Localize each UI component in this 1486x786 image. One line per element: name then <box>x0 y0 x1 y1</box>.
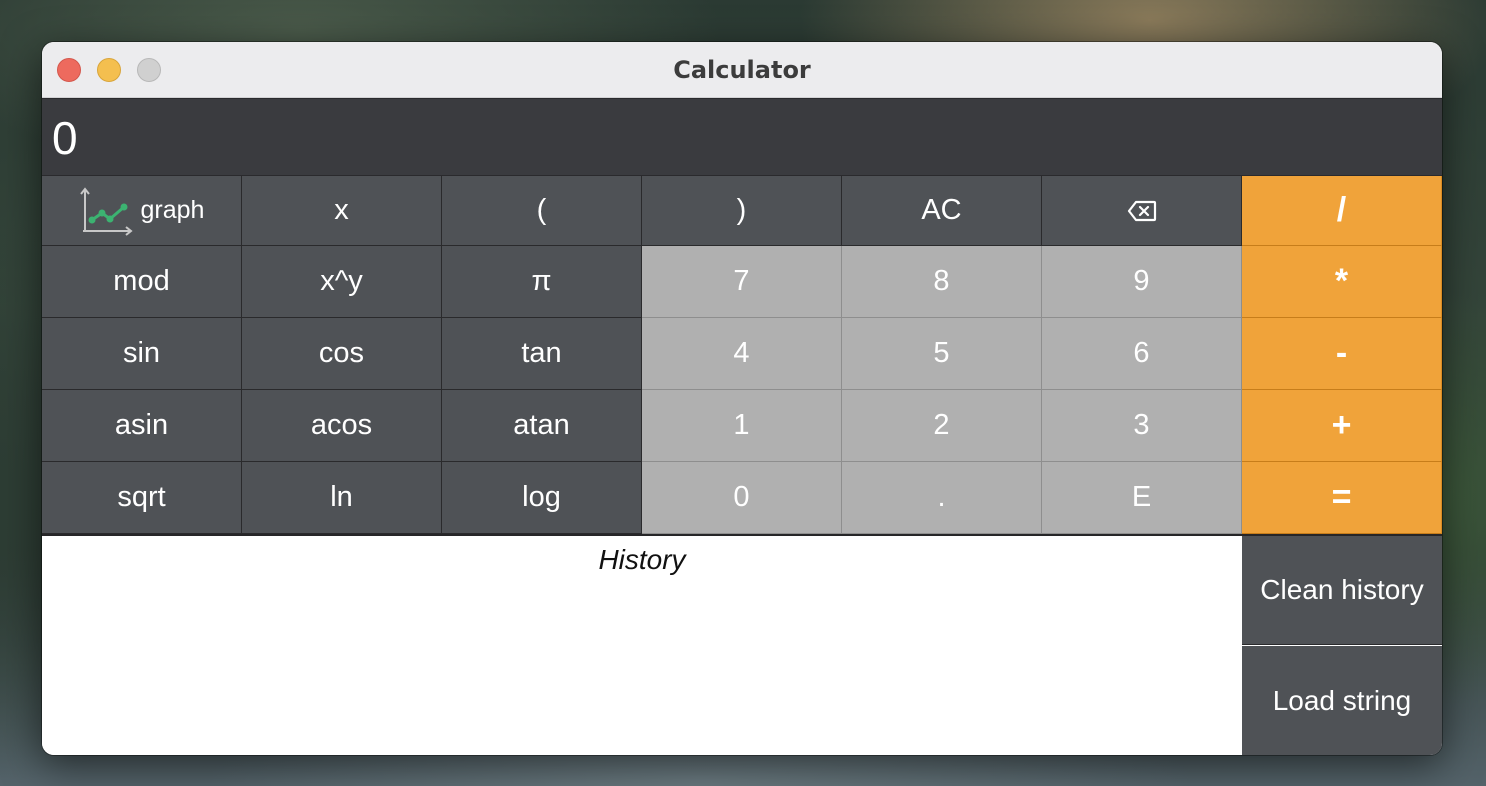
load-string-button[interactable]: Load string <box>1242 646 1442 755</box>
graph-button[interactable]: graph <box>42 176 242 246</box>
right-paren-button[interactable]: ) <box>642 176 842 246</box>
equals-button[interactable]: = <box>1242 462 1442 534</box>
minus-button[interactable]: - <box>1242 318 1442 390</box>
digit-9-button[interactable]: 9 <box>1042 246 1242 318</box>
variable-x-button[interactable]: x <box>242 176 442 246</box>
line-chart-icon <box>79 186 133 236</box>
sqrt-button[interactable]: sqrt <box>42 462 242 534</box>
divide-label: / <box>1336 191 1347 229</box>
calculator-window: Calculator 0 graph x ( ) AC / mod x^y π … <box>42 42 1442 755</box>
digit-2-button[interactable]: 2 <box>842 390 1042 462</box>
decimal-point-button[interactable]: . <box>842 462 1042 534</box>
divide-button[interactable]: / <box>1242 176 1442 246</box>
title-bar: Calculator <box>42 42 1442 98</box>
mod-button[interactable]: mod <box>42 246 242 318</box>
digit-5-button[interactable]: 5 <box>842 318 1042 390</box>
pi-button[interactable]: π <box>442 246 642 318</box>
asin-button[interactable]: asin <box>42 390 242 462</box>
graph-label: graph <box>140 196 205 224</box>
plus-button[interactable]: + <box>1242 390 1442 462</box>
log-button[interactable]: log <box>442 462 642 534</box>
bottom-panel: History Clean history Load string <box>42 536 1442 755</box>
minus-label: - <box>1335 334 1348 372</box>
acos-button[interactable]: acos <box>242 390 442 462</box>
digit-3-button[interactable]: 3 <box>1042 390 1242 462</box>
digit-8-button[interactable]: 8 <box>842 246 1042 318</box>
cos-button[interactable]: cos <box>242 318 442 390</box>
keypad: graph x ( ) AC / mod x^y π 7 8 9 * sin c… <box>42 176 1442 536</box>
exponent-button[interactable]: E <box>1042 462 1242 534</box>
power-button[interactable]: x^y <box>242 246 442 318</box>
equals-label: = <box>1331 478 1352 516</box>
multiply-button[interactable]: * <box>1242 246 1442 318</box>
plus-label: + <box>1331 406 1352 444</box>
history-title: History <box>598 544 686 575</box>
backspace-button[interactable] <box>1042 176 1242 246</box>
all-clear-button[interactable]: AC <box>842 176 1042 246</box>
display-value: 0 <box>52 112 78 164</box>
clean-history-button[interactable]: Clean history <box>1242 536 1442 645</box>
window-title: Calculator <box>673 56 811 84</box>
tan-button[interactable]: tan <box>442 318 642 390</box>
digit-0-button[interactable]: 0 <box>642 462 842 534</box>
digit-4-button[interactable]: 4 <box>642 318 842 390</box>
digit-6-button[interactable]: 6 <box>1042 318 1242 390</box>
sin-button[interactable]: sin <box>42 318 242 390</box>
left-paren-button[interactable]: ( <box>442 176 642 246</box>
digit-1-button[interactable]: 1 <box>642 390 842 462</box>
backspace-icon <box>1127 200 1156 221</box>
multiply-label: * <box>1334 262 1349 300</box>
history-panel[interactable]: History <box>42 536 1242 755</box>
ln-button[interactable]: ln <box>242 462 442 534</box>
atan-button[interactable]: atan <box>442 390 642 462</box>
digit-7-button[interactable]: 7 <box>642 246 842 318</box>
calculator-display: 0 <box>42 98 1442 176</box>
